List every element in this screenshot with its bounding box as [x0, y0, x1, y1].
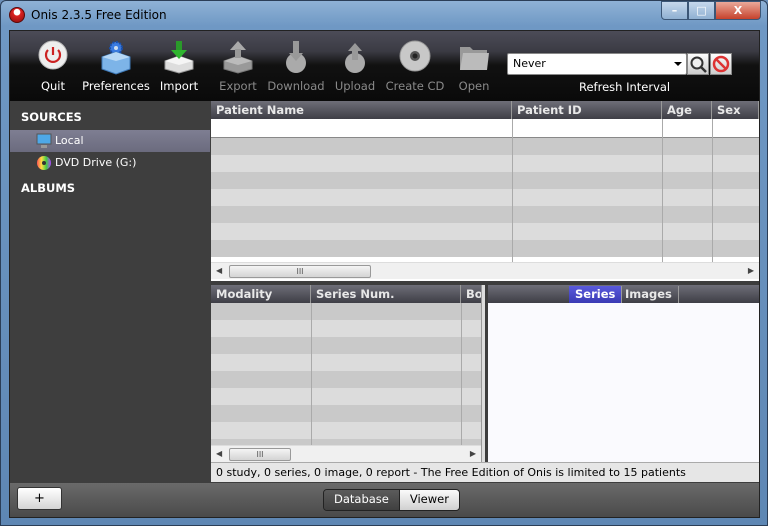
- column-header-age[interactable]: Age: [662, 101, 712, 119]
- bottom-bar: + Database Viewer: [10, 483, 759, 517]
- database-view-button[interactable]: Database: [324, 490, 399, 510]
- upload-label: Upload: [334, 79, 376, 93]
- table-row: [211, 303, 481, 320]
- close-button[interactable]: X: [715, 1, 761, 20]
- series-table: Modality Series Num. Bo ◀ III ▶: [211, 285, 485, 462]
- preferences-gear-box-icon: [98, 39, 134, 75]
- scroll-right-icon[interactable]: ▶: [470, 449, 476, 458]
- export-label: Export: [219, 79, 257, 93]
- toolbar: Quit Preferences Import Export Download …: [10, 31, 759, 101]
- scroll-right-icon[interactable]: ▶: [748, 266, 754, 275]
- source-label: DVD Drive (G:): [55, 156, 137, 169]
- tab-images[interactable]: Images: [619, 286, 679, 303]
- refresh-interval-select[interactable]: Never: [507, 53, 687, 75]
- column-header-sex[interactable]: Sex: [712, 101, 759, 119]
- download-icon: [278, 39, 314, 75]
- viewer-view-button[interactable]: Viewer: [398, 490, 459, 510]
- scroll-thumb[interactable]: III: [229, 448, 291, 461]
- quit-label: Quit: [40, 79, 66, 93]
- source-item-local[interactable]: Local: [10, 130, 210, 152]
- upload-icon: [337, 39, 373, 75]
- window-title: Onis 2.3.5 Free Edition: [31, 8, 167, 22]
- series-horizontal-scrollbar[interactable]: ◀ III ▶: [211, 445, 481, 462]
- preferences-label: Preferences: [82, 79, 150, 93]
- source-item-dvd[interactable]: DVD Drive (G:): [10, 152, 210, 174]
- minimize-button[interactable]: –: [661, 1, 688, 20]
- refresh-interval-label: Refresh Interval: [579, 80, 671, 94]
- table-row[interactable]: [211, 119, 759, 138]
- table-row: [211, 320, 481, 337]
- power-icon: [35, 39, 71, 75]
- series-images-panel: Series Images: [488, 285, 759, 462]
- table-row: [211, 223, 759, 240]
- preferences-button[interactable]: Preferences: [81, 39, 151, 93]
- maximize-button[interactable]: □: [688, 1, 715, 20]
- scroll-thumb[interactable]: III: [229, 265, 371, 278]
- source-label: Local: [55, 134, 84, 147]
- stop-icon: [712, 55, 730, 73]
- scroll-left-icon[interactable]: ◀: [216, 449, 222, 458]
- table-row: [211, 405, 481, 422]
- series-rows: [211, 303, 481, 447]
- table-row: [211, 138, 759, 155]
- table-row: [211, 371, 481, 388]
- quit-button[interactable]: Quit: [18, 39, 88, 93]
- tab-series[interactable]: Series: [569, 286, 623, 303]
- column-divider: [662, 119, 663, 262]
- add-album-button[interactable]: +: [17, 487, 62, 510]
- title-bar[interactable]: Onis 2.3.5 Free Edition – □ X: [1, 1, 767, 29]
- column-divider: [712, 119, 713, 262]
- scroll-left-icon[interactable]: ◀: [216, 266, 222, 275]
- folder-icon: [456, 39, 492, 75]
- cd-icon: [397, 39, 433, 75]
- patients-rows: [211, 119, 759, 257]
- sidebar: SOURCES Local DVD Drive (G:) ALBUMS: [10, 101, 210, 484]
- download-label: Download: [267, 79, 325, 93]
- column-header-patient-id[interactable]: Patient ID: [512, 101, 662, 119]
- view-switcher: Database Viewer: [323, 489, 460, 511]
- export-arrow-up-icon: [220, 39, 256, 75]
- patients-horizontal-scrollbar[interactable]: ◀ III ▶: [211, 262, 759, 279]
- app-window: Onis 2.3.5 Free Edition – □ X Quit Prefe…: [0, 0, 768, 526]
- sources-header: SOURCES: [21, 110, 82, 124]
- monitor-icon: [36, 133, 52, 149]
- client-area: Quit Preferences Import Export Download …: [9, 30, 760, 518]
- table-row: [211, 354, 481, 371]
- open-label: Open: [458, 79, 490, 93]
- table-row: [211, 388, 481, 405]
- table-row: [211, 337, 481, 354]
- search-button[interactable]: [687, 53, 709, 75]
- patients-table: Patient Name Patient ID Age Sex ◀ III ▶: [211, 101, 759, 281]
- import-arrow-down-icon: [161, 39, 197, 75]
- search-icon: [690, 56, 707, 73]
- column-divider: [461, 303, 462, 445]
- albums-header: ALBUMS: [21, 181, 76, 195]
- dvd-icon: [36, 155, 52, 171]
- column-header-modality[interactable]: Modality: [211, 285, 311, 303]
- chevron-down-icon: [674, 62, 682, 66]
- column-divider: [311, 303, 312, 445]
- open-button[interactable]: Open: [439, 39, 509, 93]
- table-row: [211, 206, 759, 223]
- panel-tabs: Series Images: [488, 285, 759, 303]
- column-divider: [512, 119, 513, 262]
- refresh-interval-value: Never: [513, 57, 546, 70]
- pane-splitter[interactable]: [481, 285, 485, 462]
- status-bar: 0 study, 0 series, 0 image, 0 report - T…: [211, 462, 759, 482]
- create-cd-label: Create CD: [385, 79, 445, 93]
- import-label: Import: [159, 79, 199, 93]
- table-row: [211, 155, 759, 172]
- column-header-series-num[interactable]: Series Num.: [311, 285, 461, 303]
- app-logo-icon: [9, 7, 25, 23]
- table-row: [211, 422, 481, 439]
- table-row: [211, 240, 759, 257]
- table-row: [211, 172, 759, 189]
- column-header-patient-name[interactable]: Patient Name: [211, 101, 512, 119]
- stop-button[interactable]: [710, 53, 732, 75]
- table-row: [211, 189, 759, 206]
